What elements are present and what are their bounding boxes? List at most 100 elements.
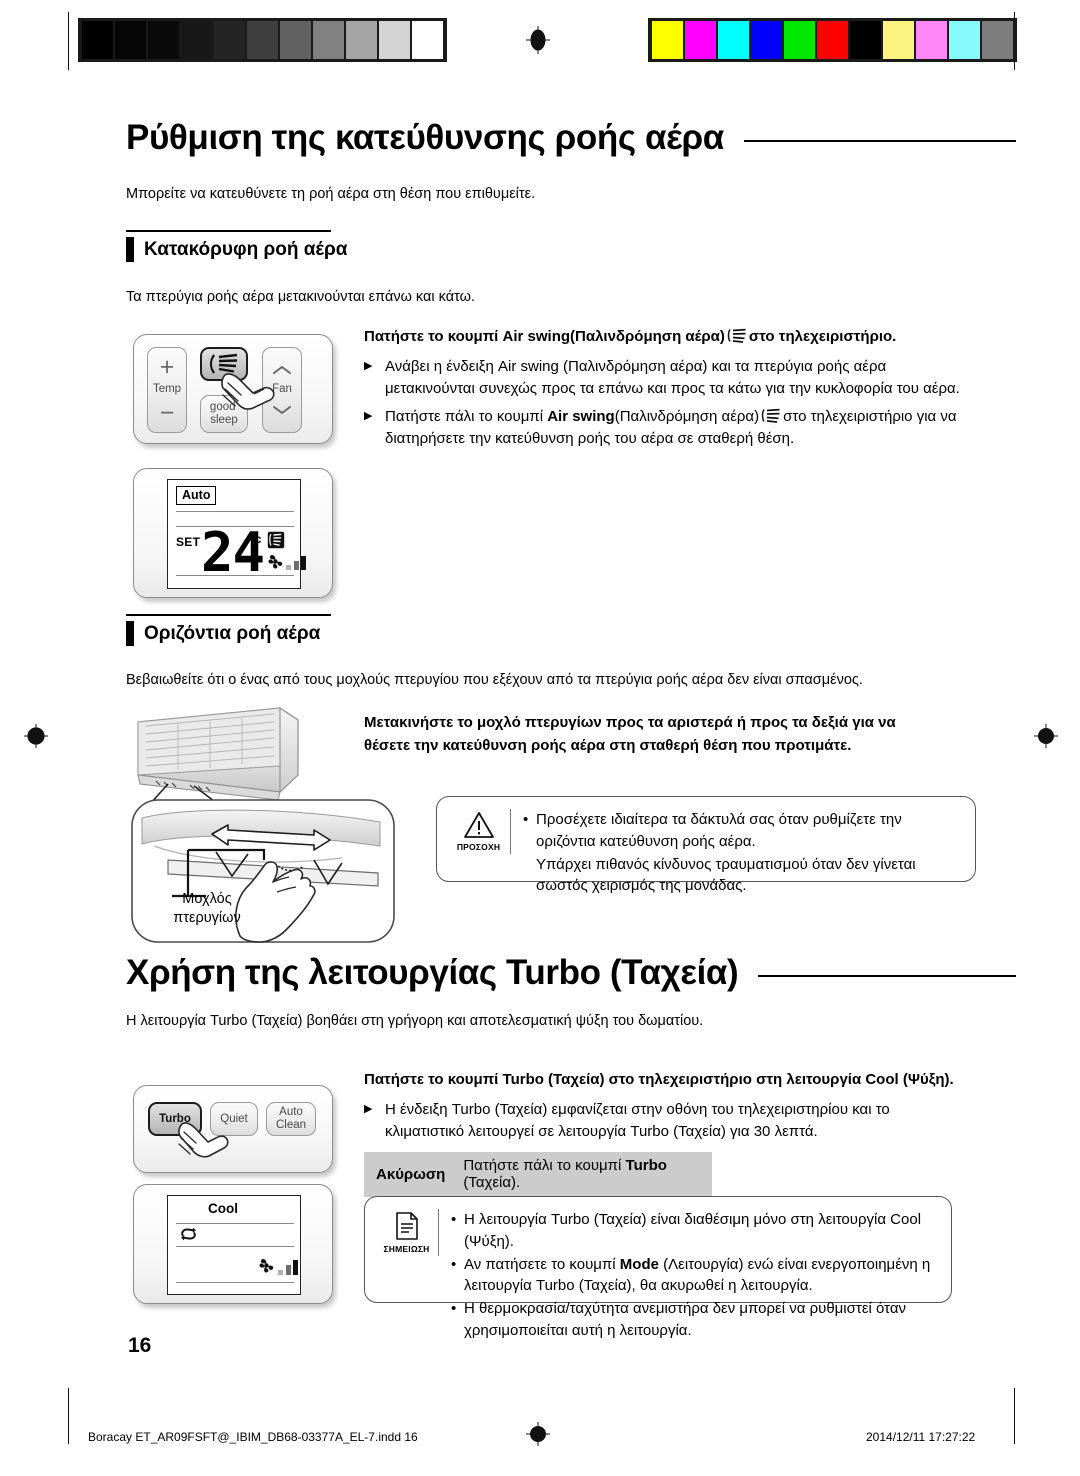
lcd-screen-auto: Auto SET 24 °c xyxy=(167,479,306,589)
calibration-swatch-5 xyxy=(247,21,278,59)
airflow-lead-text: Μπορείτε να κατευθύνετε τη ροή αέρα στη … xyxy=(126,186,536,202)
lcd-screen-cool: Cool xyxy=(167,1195,301,1295)
temp-minus-label: − xyxy=(159,399,175,428)
caution-label: ΠΡΟΣΟΧΗ xyxy=(456,842,501,852)
subsection-rule xyxy=(126,614,331,616)
note-callout: ΣΗΜΕΙΩΣΗ • Η λειτουργία Turbo (Ταχεία) ε… xyxy=(364,1196,952,1339)
calibration-swatch-8 xyxy=(346,21,377,59)
note-line-3: Η θερμοκρασία/ταχύτητα ανεμιστήρα δεν μπ… xyxy=(464,1300,907,1339)
footer-timestamp: 2014/12/11 17:27:22 xyxy=(866,1430,976,1444)
calibration-swatch-2 xyxy=(148,21,179,59)
cancel-text-bold: Turbo xyxy=(625,1157,667,1174)
title-rule xyxy=(758,975,1016,978)
lcd-divider xyxy=(176,575,294,577)
vertical-airflow-lead: Τα πτερύγια ροής αέρα μετακινούνται επάν… xyxy=(126,289,475,305)
trim-tick-right xyxy=(1014,1388,1015,1444)
indoor-unit-illustration: Μοχλός πτερυγίων xyxy=(128,700,398,945)
section-title-turbo: Χρήση της λειτουργίας Turbo (Ταχεία) xyxy=(126,953,1016,992)
list-item: • Αν πατήσετε το κουμπί Mode (Λειτουργία… xyxy=(451,1254,935,1298)
cancel-label: Ακύρωση xyxy=(376,1165,446,1183)
pointing-hand-icon xyxy=(178,1122,229,1158)
calibration-swatch-3 xyxy=(181,21,212,59)
calibration-swatch-6 xyxy=(280,21,311,59)
lcd-divider xyxy=(176,511,294,513)
air-swing-inline-icon xyxy=(761,408,780,423)
list-item: • Προσέχετε ιδιαίτερα τα δάκτυλά σας ότα… xyxy=(523,809,959,853)
lcd-fan-icon xyxy=(259,1259,274,1273)
list-item: ▶ Πατήστε πάλι το κουμπί Air swing(Παλιν… xyxy=(364,406,964,450)
turbo-lead-text: Η λειτουργία Turbo (Ταχεία) βοηθάει στη … xyxy=(126,1013,704,1029)
section-title-airflow-text: Ρύθμιση της κατεύθυνσης ροής αέρα xyxy=(126,118,724,157)
instruction-text-a: Πατήστε το κουμπί Air swing(Παλινδρόμηση… xyxy=(364,328,725,345)
remote-display-illustration-cool: Cool xyxy=(133,1184,333,1304)
caution-text-body: • Προσέχετε ιδιαίτερα τα δάκτυλά σας ότα… xyxy=(523,809,959,894)
vertical-airflow-instructions: Πατήστε το κουμπί Air swing(Παλινδρόμηση… xyxy=(364,326,964,456)
calibration-swatch-4 xyxy=(214,21,245,59)
manual-page: Ρύθμιση της κατεύθυνσης ροής αέρα Μπορεί… xyxy=(0,0,1080,1476)
lcd-fan-icon xyxy=(268,555,283,569)
bullet-dot-icon: • xyxy=(523,811,529,828)
subsection-rule xyxy=(126,230,331,232)
triangle-bullet-icon: ▶ xyxy=(364,409,373,422)
bullet-dot-icon: • xyxy=(451,1211,457,1228)
caution-line-2: Υπάρχει πιθανός κίνδυνος τραυματισμού ότ… xyxy=(536,855,916,895)
temp-plus-label: + xyxy=(159,352,175,381)
lcd-set-label: SET xyxy=(176,535,201,549)
remote-buttons-illustration-airswing: + Temp − good’ sleep Fan xyxy=(133,334,333,444)
calibration-swatch-1 xyxy=(685,21,716,59)
remote-buttons-illustration-turbo: Turbo Quiet Auto Clean xyxy=(133,1085,333,1173)
lcd-divider xyxy=(176,1246,294,1248)
subsection-vertical-airflow: Κατακόρυφη ροή αέρα xyxy=(126,230,347,262)
lcd-turbo-icon xyxy=(181,1227,196,1241)
calibration-swatch-9 xyxy=(379,21,410,59)
auto-clean-button[interactable]: Auto Clean xyxy=(266,1102,316,1136)
lever-label: Μοχλός πτερυγίων xyxy=(164,890,250,928)
lcd-mode-auto: Auto xyxy=(176,486,217,505)
lcd-fan-speed-bars xyxy=(286,556,306,570)
bullet-dot-icon: • xyxy=(451,1300,457,1317)
calibration-swatch-7 xyxy=(313,21,344,59)
bullet-dot-icon: • xyxy=(451,1255,457,1273)
title-rule xyxy=(743,140,1016,143)
section-title-turbo-text: Χρήση της λειτουργίας Turbo (Ταχεία) xyxy=(126,953,739,992)
instruction-text-b: στο τηλεχειριστήριο. xyxy=(748,328,897,345)
cancel-text-post: (Ταχεία). xyxy=(463,1174,521,1191)
lcd-temperature-unit: °c xyxy=(250,532,262,546)
document-note-icon xyxy=(395,1212,418,1240)
turbo-instruction-title: Πατήστε το κουμπί Turbo (Ταχεία) στο τηλ… xyxy=(364,1071,954,1088)
subsection-horizontal-airflow: Οριζόντια ροή αέρα xyxy=(126,614,331,646)
calibration-swatch-10 xyxy=(982,21,1013,59)
calibration-swatch-0 xyxy=(652,21,683,59)
grayscale-calibration-bar xyxy=(78,18,447,62)
note-text-body: • Η λειτουργία Turbo (Ταχεία) είναι διαθ… xyxy=(451,1209,935,1339)
temp-button[interactable]: + Temp − xyxy=(147,347,187,433)
bullet-text: Πατήστε πάλι το κουμπί Air swing(Παλινδρ… xyxy=(385,407,957,448)
triangle-bullet-icon: ▶ xyxy=(364,359,373,372)
color-calibration-bar xyxy=(648,18,1017,62)
horizontal-airflow-lead: Βεβαιωθείτε ότι ο ένας από τους μοχλούς … xyxy=(126,672,863,688)
trim-rule-left xyxy=(68,12,69,70)
lcd-mode-cool: Cool xyxy=(208,1201,238,1216)
calibration-swatch-0 xyxy=(82,21,113,59)
calibration-swatch-7 xyxy=(883,21,914,59)
subsection-marker xyxy=(126,237,134,262)
caution-line-1: Προσέχετε ιδιαίτερα τα δάκτυλά σας όταν … xyxy=(536,811,902,850)
horizontal-airflow-instruction-title: Μετακινήστε το μοχλό πτερυγίων προς τα α… xyxy=(364,714,896,754)
registration-mark-left xyxy=(22,722,50,750)
turbo-instructions: Πατήστε το κουμπί Turbo (Ταχεία) στο τηλ… xyxy=(364,1069,964,1149)
note-icon-column: ΣΗΜΕΙΩΣΗ xyxy=(375,1209,439,1256)
caution-callout: ΠΡΟΣΟΧΗ • Προσέχετε ιδιαίτερα τα δάκτυλά… xyxy=(436,796,976,894)
calibration-swatch-4 xyxy=(784,21,815,59)
footer-filename: Boracay ET_AR09FSFT@_IBIM_DB68-03377A_EL… xyxy=(88,1430,418,1444)
calibration-swatch-9 xyxy=(949,21,980,59)
auto-clean-label-1: Auto xyxy=(279,1106,303,1119)
calibration-swatch-5 xyxy=(817,21,848,59)
air-swing-inline-icon xyxy=(727,328,746,343)
registration-mark-bottom xyxy=(524,1420,552,1448)
note-label: ΣΗΜΕΙΩΣΗ xyxy=(383,1244,430,1254)
bullet-text: Η ένδειξη Turbo (Ταχεία) εμφανίζεται στη… xyxy=(385,1100,890,1140)
calibration-swatch-10 xyxy=(412,21,443,59)
temp-label: Temp xyxy=(152,382,182,395)
list-item: ▶ Ανάβει η ένδειξη Air swing (Παλινδρόμη… xyxy=(364,356,964,400)
registration-mark-right xyxy=(1032,722,1060,750)
